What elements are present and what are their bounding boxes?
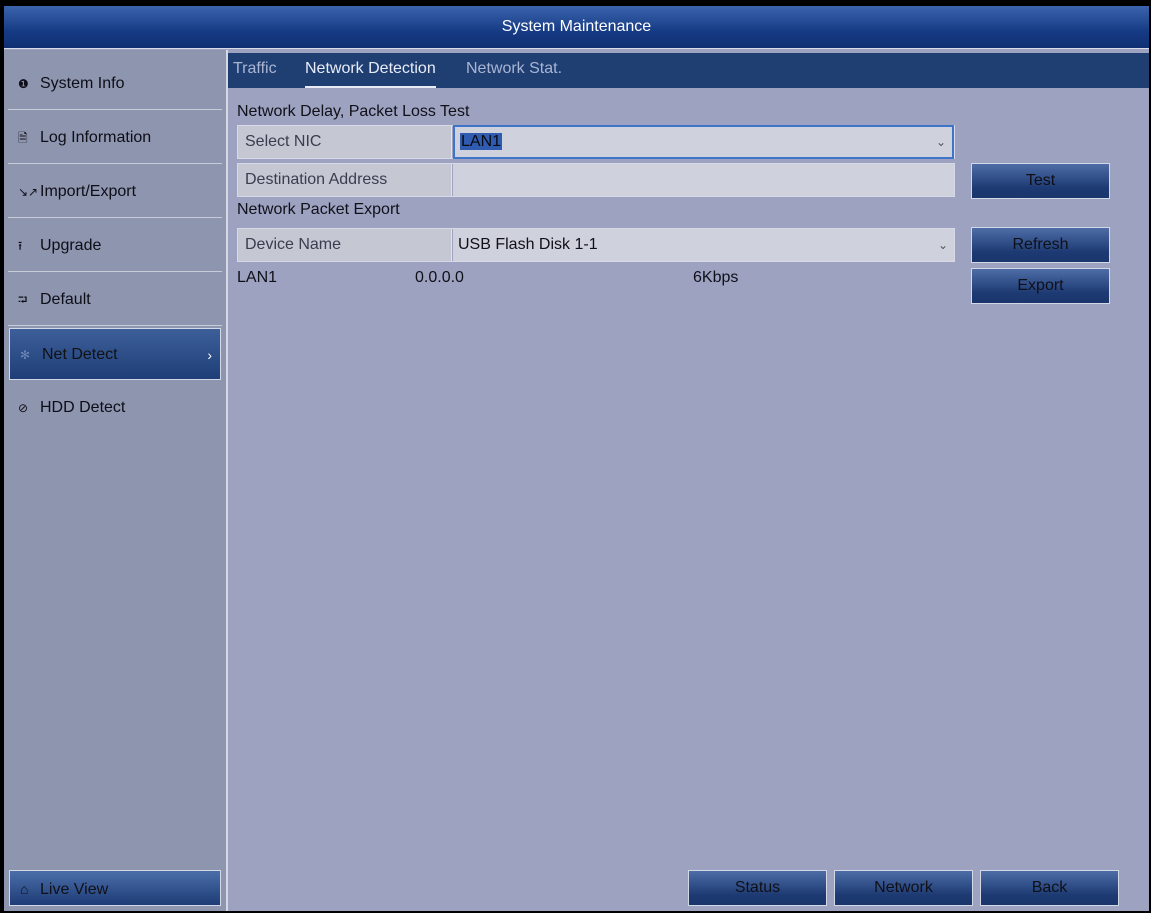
sidebar-item-label: Import/Export [40, 183, 137, 200]
hdd-detect-icon: ⊘ [18, 401, 29, 415]
chevron-down-icon: ⌄ [935, 135, 946, 149]
tab-traffic[interactable]: Traffic [233, 53, 277, 86]
sidebar-item-log-information[interactable]: 🗎 Log Information [8, 112, 222, 164]
device-name-dropdown[interactable]: USB Flash Disk 1-1 ⌄ [453, 229, 954, 261]
interface-rate: 6Kbps [693, 269, 739, 286]
log-icon: 🗎 [18, 131, 28, 145]
default-icon: ⮒ [18, 293, 28, 307]
device-name-label: Device Name [238, 229, 452, 261]
sidebar-item-label: Upgrade [40, 237, 102, 254]
destination-address-label: Destination Address [238, 164, 452, 196]
sidebar-item-label: Log Information [40, 129, 152, 146]
select-nic-row: Select NIC LAN1 ⌄ [237, 125, 955, 159]
sidebar-item-hdd-detect[interactable]: ⊘ HDD Detect [8, 382, 222, 434]
window-title: System Maintenance [4, 6, 1149, 49]
sidebar-item-default[interactable]: ⮒ Default [8, 274, 222, 326]
import-export-icon: ↘↗ [18, 185, 39, 199]
info-icon: ❶ [18, 77, 29, 91]
upgrade-icon: ⭱ [18, 239, 23, 253]
home-icon: ⌂ [20, 881, 29, 897]
select-nic-label: Select NIC [238, 126, 452, 158]
destination-address-input[interactable] [453, 164, 954, 196]
sidebar-item-system-info[interactable]: ❶ System Info [8, 58, 222, 110]
status-button[interactable]: Status [688, 870, 827, 906]
sidebar-item-net-detect[interactable]: ✻ Net Detect › [9, 328, 221, 380]
interface-name: LAN1 [237, 269, 278, 286]
refresh-button[interactable]: Refresh [971, 227, 1110, 263]
export-button[interactable]: Export [971, 268, 1110, 304]
sidebar-item-label: Default [40, 291, 91, 308]
chevron-right-icon: › [207, 347, 212, 363]
device-name-value: USB Flash Disk 1-1 [458, 236, 598, 253]
select-nic-dropdown[interactable]: LAN1 ⌄ [453, 125, 954, 159]
net-detect-icon: ✻ [20, 348, 31, 362]
sidebar-item-import-export[interactable]: ↘↗ Import/Export [8, 166, 222, 218]
chevron-down-icon: ⌄ [937, 238, 948, 252]
delay-test-title: Network Delay, Packet Loss Test [237, 103, 470, 120]
sidebar: ❶ System Info 🗎 Log Information ↘↗ Import/E… [4, 50, 228, 911]
tab-network-detection[interactable]: Network Detection [305, 53, 436, 88]
back-button[interactable]: Back [980, 870, 1119, 906]
sidebar-item-label: HDD Detect [40, 399, 126, 416]
packet-export-title: Network Packet Export [237, 201, 400, 218]
sidebar-item-upgrade[interactable]: ⭱ Upgrade [8, 220, 222, 272]
destination-row: Destination Address [237, 163, 955, 197]
sidebar-item-label: System Info [40, 75, 125, 92]
device-name-row: Device Name USB Flash Disk 1-1 ⌄ [237, 228, 955, 262]
interface-ip: 0.0.0.0 [415, 269, 464, 286]
test-button[interactable]: Test [971, 163, 1110, 199]
tab-network-stat[interactable]: Network Stat. [466, 53, 562, 86]
live-view-label: Live View [40, 881, 109, 898]
select-nic-value: LAN1 [460, 133, 503, 150]
tab-bar: Traffic Network Detection Network Stat. [228, 53, 1149, 88]
live-view-button[interactable]: ⌂ Live View [9, 870, 221, 906]
sidebar-item-label: Net Detect [42, 346, 118, 363]
network-button[interactable]: Network [834, 870, 973, 906]
system-maintenance-window: System Maintenance ❶ System Info 🗎 Log Inf… [4, 6, 1149, 911]
